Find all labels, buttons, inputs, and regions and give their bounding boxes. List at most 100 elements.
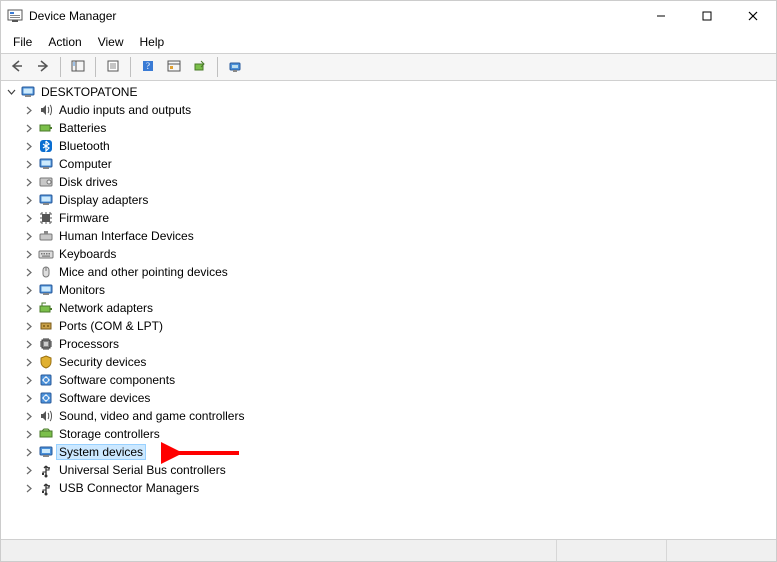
menu-file[interactable]: File	[5, 33, 40, 51]
tree-category-label: Sound, video and game controllers	[57, 409, 246, 423]
menu-action[interactable]: Action	[40, 33, 89, 51]
tree-category-label: Security devices	[57, 355, 148, 369]
chevron-right-icon[interactable]	[23, 338, 35, 350]
tree-category-label: Storage controllers	[57, 427, 162, 441]
bluetooth-icon	[38, 138, 54, 154]
window-title: Device Manager	[29, 9, 116, 23]
tree-category-label: Mice and other pointing devices	[57, 265, 230, 279]
toolbar-properties-button[interactable]	[101, 56, 125, 78]
tree-category-label: Batteries	[57, 121, 108, 135]
tree-category-usb[interactable]: Universal Serial Bus controllers	[23, 461, 776, 479]
menu-bar: File Action View Help	[1, 31, 776, 53]
chevron-right-icon[interactable]	[23, 230, 35, 242]
chevron-right-icon[interactable]	[23, 446, 35, 458]
app-icon	[7, 8, 23, 24]
tree-category-mice[interactable]: Mice and other pointing devices	[23, 263, 776, 281]
chevron-right-icon[interactable]	[23, 356, 35, 368]
toolbar-help-button[interactable]: ?	[136, 56, 160, 78]
properties-icon	[106, 59, 120, 76]
chevron-right-icon[interactable]	[23, 374, 35, 386]
tree-category-keyboards[interactable]: Keyboards	[23, 245, 776, 263]
tree-category-storage[interactable]: Storage controllers	[23, 425, 776, 443]
monitor-icon	[38, 192, 54, 208]
network-icon	[38, 300, 54, 316]
minimize-button[interactable]	[638, 1, 684, 31]
tree-category-display[interactable]: Display adapters	[23, 191, 776, 209]
tree-category-system[interactable]: System devices	[23, 443, 776, 461]
tree-category-monitors[interactable]: Monitors	[23, 281, 776, 299]
chevron-right-icon[interactable]	[23, 140, 35, 152]
tree-category-computer[interactable]: Computer	[23, 155, 776, 173]
toolbar: ?	[1, 53, 776, 81]
chevron-right-icon[interactable]	[23, 284, 35, 296]
chevron-right-icon[interactable]	[23, 104, 35, 116]
computer-icon	[20, 84, 36, 100]
toolbar-scan-hardware-button[interactable]	[223, 56, 247, 78]
toolbar-back-button[interactable]	[5, 56, 29, 78]
chevron-right-icon[interactable]	[23, 194, 35, 206]
chevron-right-icon[interactable]	[23, 410, 35, 422]
chevron-down-icon[interactable]	[5, 86, 17, 98]
toolbar-action-button[interactable]	[162, 56, 186, 78]
toolbar-forward-button[interactable]	[31, 56, 55, 78]
tree-root-node[interactable]: DESKTOPATONE	[5, 83, 776, 101]
update-driver-icon	[193, 59, 207, 76]
tree-category-swcomp[interactable]: Software components	[23, 371, 776, 389]
menu-view[interactable]: View	[90, 33, 132, 51]
chevron-right-icon[interactable]	[23, 320, 35, 332]
tree-category-batteries[interactable]: Batteries	[23, 119, 776, 137]
maximize-button[interactable]	[684, 1, 730, 31]
tree-category-network[interactable]: Network adapters	[23, 299, 776, 317]
chevron-right-icon[interactable]	[23, 212, 35, 224]
tree-category-audio[interactable]: Audio inputs and outputs	[23, 101, 776, 119]
tree-category-label: Human Interface Devices	[57, 229, 196, 243]
tree-category-swdev[interactable]: Software devices	[23, 389, 776, 407]
tree-category-sound[interactable]: Sound, video and game controllers	[23, 407, 776, 425]
status-cell	[666, 540, 776, 561]
svg-text:?: ?	[146, 61, 150, 71]
help-icon: ?	[141, 59, 155, 76]
tree-category-label: System devices	[57, 445, 145, 459]
keyboard-icon	[38, 246, 54, 262]
toolbar-separator	[60, 57, 61, 77]
tree-category-bluetooth[interactable]: Bluetooth	[23, 137, 776, 155]
cpu-icon	[38, 336, 54, 352]
tree-category-security[interactable]: Security devices	[23, 353, 776, 371]
chevron-right-icon[interactable]	[23, 176, 35, 188]
tree-category-label: Software components	[57, 373, 177, 387]
toolbar-separator	[130, 57, 131, 77]
chevron-right-icon[interactable]	[23, 464, 35, 476]
status-bar	[1, 539, 776, 561]
mouse-icon	[38, 264, 54, 280]
action-icon	[167, 59, 181, 76]
chip-icon	[38, 210, 54, 226]
tree-category-ports[interactable]: Ports (COM & LPT)	[23, 317, 776, 335]
tree-category-processors[interactable]: Processors	[23, 335, 776, 353]
chevron-right-icon[interactable]	[23, 302, 35, 314]
chevron-right-icon[interactable]	[23, 248, 35, 260]
arrow-right-icon	[36, 59, 50, 76]
tree-category-label: Firmware	[57, 211, 111, 225]
usb-icon	[38, 480, 54, 496]
device-manager-window: Device Manager File Action View Help ?	[0, 0, 777, 562]
tree-category-disk[interactable]: Disk drives	[23, 173, 776, 191]
speaker-icon	[38, 408, 54, 424]
tree-category-label: Ports (COM & LPT)	[57, 319, 165, 333]
chevron-right-icon[interactable]	[23, 392, 35, 404]
chevron-right-icon[interactable]	[23, 482, 35, 494]
close-button[interactable]	[730, 1, 776, 31]
chevron-right-icon[interactable]	[23, 428, 35, 440]
tree-category-usbconn[interactable]: USB Connector Managers	[23, 479, 776, 497]
menu-help[interactable]: Help	[132, 33, 173, 51]
tree-category-hid[interactable]: Human Interface Devices	[23, 227, 776, 245]
chevron-right-icon[interactable]	[23, 266, 35, 278]
toolbar-show-hide-tree-button[interactable]	[66, 56, 90, 78]
toolbar-update-driver-button[interactable]	[188, 56, 212, 78]
chevron-right-icon[interactable]	[23, 122, 35, 134]
chevron-right-icon[interactable]	[23, 158, 35, 170]
tree-category-label: Processors	[57, 337, 121, 351]
tree-category-label: Keyboards	[57, 247, 118, 261]
device-tree[interactable]: DESKTOPATONE Audio inputs and outputs Bat…	[1, 81, 776, 539]
tree-category-label: Computer	[57, 157, 114, 171]
tree-category-firmware[interactable]: Firmware	[23, 209, 776, 227]
